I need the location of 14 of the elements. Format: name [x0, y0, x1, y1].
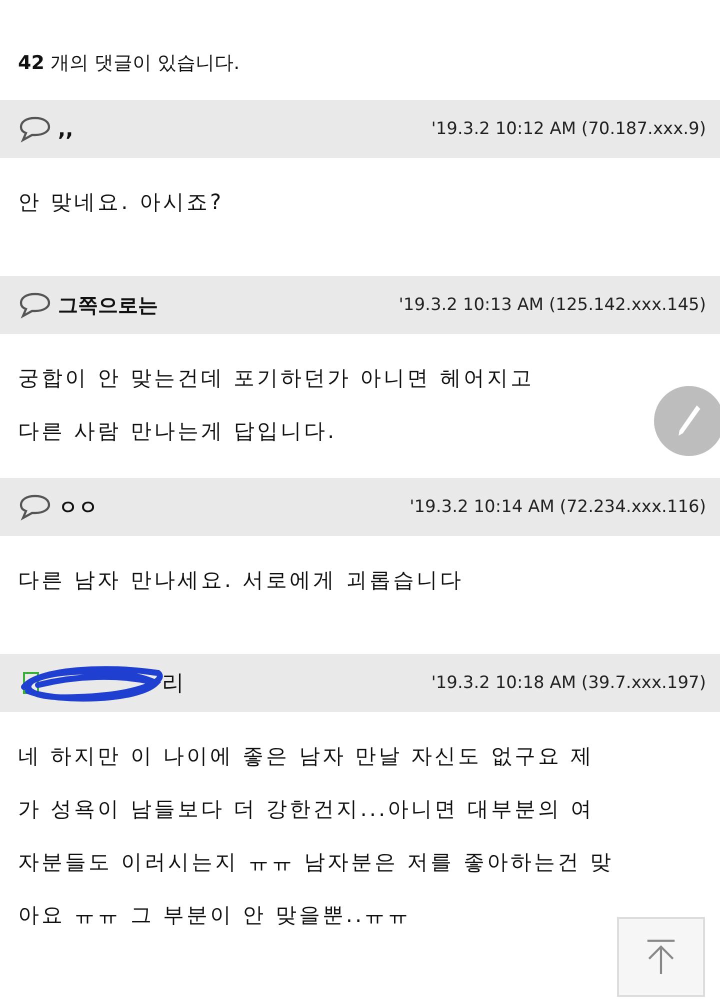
comment-meta: '19.3.2 10:18 AM (39.7.xxx.197)	[431, 673, 706, 693]
comment-body: 네 하지만 이 나이에 좋은 남자 만날 자신도 없구요 제 가 성욕이 남들보다 더 강한건지...아니면 대부분의 여 자분들도 이러시는지 ㅠㅠ 남자분은 저를 좋아하는건 맞 아요 ㅠㅠ 그 부분이 안 맞을뿐..ㅠㅠ	[17, 743, 615, 929]
comment-author: ㅇㅇ	[58, 494, 98, 520]
scroll-top-button[interactable]	[617, 917, 705, 997]
comment-meta: '19.3.2 10:12 AM (70.187.xxx.9)	[431, 119, 706, 139]
comment-author: 리	[162, 670, 184, 698]
comment-author: ,,	[58, 117, 74, 141]
comment-body: 안 맞네요. 아시죠?	[17, 189, 225, 216]
comment-count: 42 개의 댓글이 있습니다.	[18, 52, 240, 74]
comment-meta: '19.3.2 10:13 AM (125.142.xxx.145)	[398, 295, 706, 315]
comment-author: 그쪽으로는	[58, 292, 158, 318]
comment-meta: '19.3.2 10:14 AM (72.234.xxx.116)	[410, 497, 706, 517]
comment-body: 궁합이 안 맞는건데 포기하던가 아니면 헤어지고 다른 사람 만나는게 답입니다.	[17, 365, 535, 445]
comment-body: 다른 남자 만나세요. 서로에게 괴롭습니다	[17, 567, 464, 594]
